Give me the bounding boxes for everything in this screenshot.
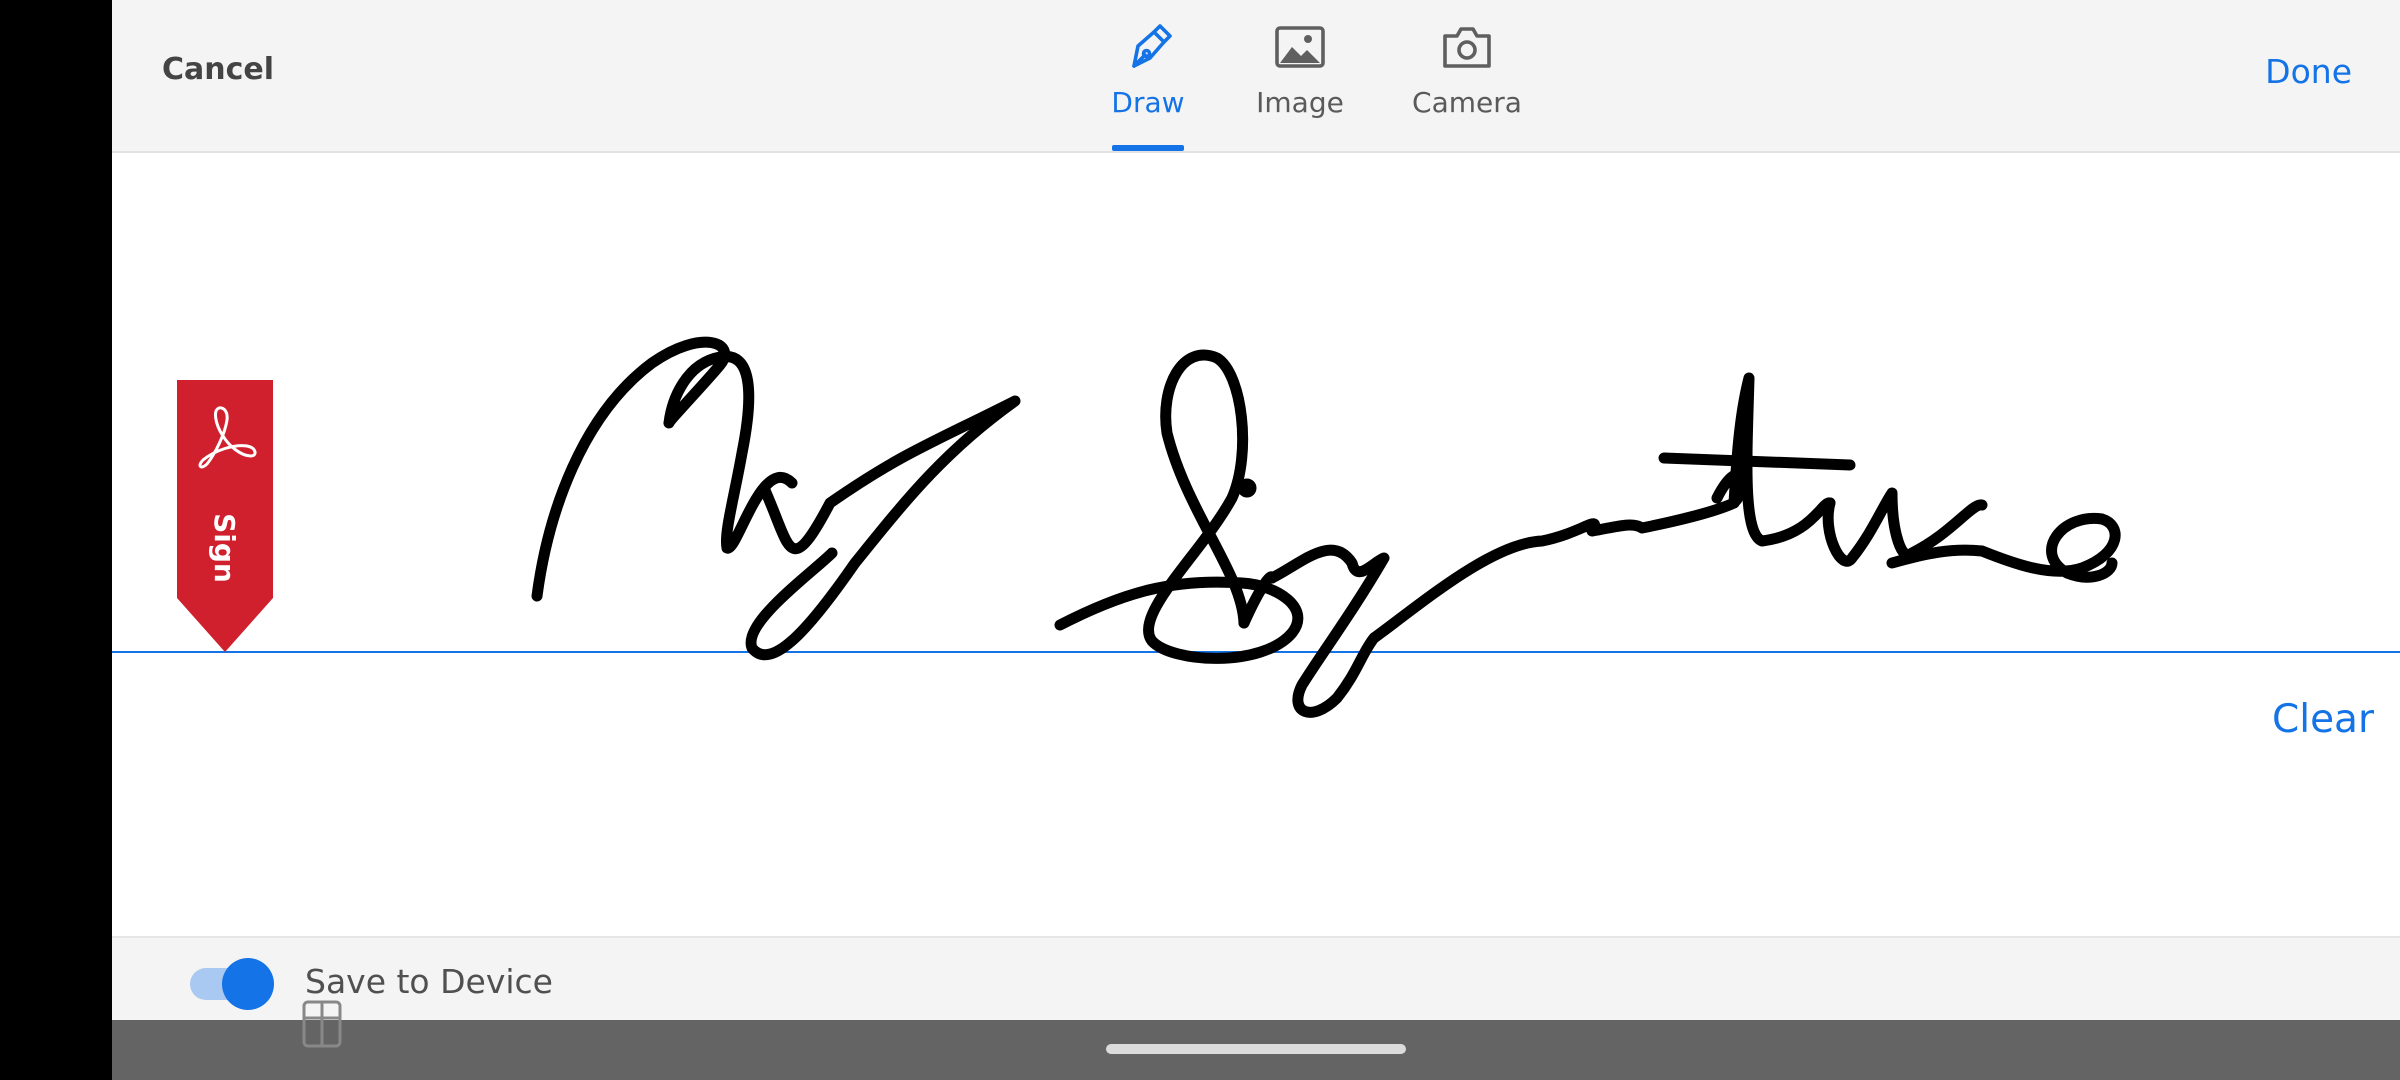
camera-icon (1439, 20, 1495, 76)
save-to-device-label: Save to Device (305, 962, 553, 1001)
app-switcher-icon[interactable] (302, 1000, 342, 1048)
tab-camera[interactable]: Camera (1382, 0, 1552, 151)
clear-button[interactable]: Clear (2272, 697, 2374, 742)
home-gesture-handle[interactable] (1106, 1044, 1406, 1054)
active-tab-indicator (1112, 145, 1184, 151)
device-screen: Cancel Draw Image Camera Done Sign Clear… (0, 0, 2400, 1080)
signature-panel: Cancel Draw Image Camera Done Sign Clear… (112, 0, 2400, 1080)
bottom-bar: Save to Device (112, 936, 2400, 1022)
toggle-thumb (222, 958, 274, 1010)
tab-draw-label: Draw (1111, 86, 1185, 119)
done-button[interactable]: Done (2265, 52, 2352, 91)
pen-nib-icon (1120, 20, 1176, 76)
signature-canvas[interactable]: Sign Clear (112, 153, 2400, 936)
signature-ink (112, 153, 2400, 936)
tab-image[interactable]: Image (1238, 0, 1362, 151)
save-to-device-toggle[interactable] (190, 958, 274, 1010)
top-bar: Cancel Draw Image Camera Done (112, 0, 2400, 153)
tab-camera-label: Camera (1412, 86, 1522, 119)
system-navigation-bar (112, 1000, 2400, 1080)
tab-draw[interactable]: Draw (1078, 0, 1218, 151)
cancel-button[interactable]: Cancel (162, 52, 274, 87)
image-icon (1272, 20, 1328, 76)
tab-image-label: Image (1256, 86, 1344, 119)
